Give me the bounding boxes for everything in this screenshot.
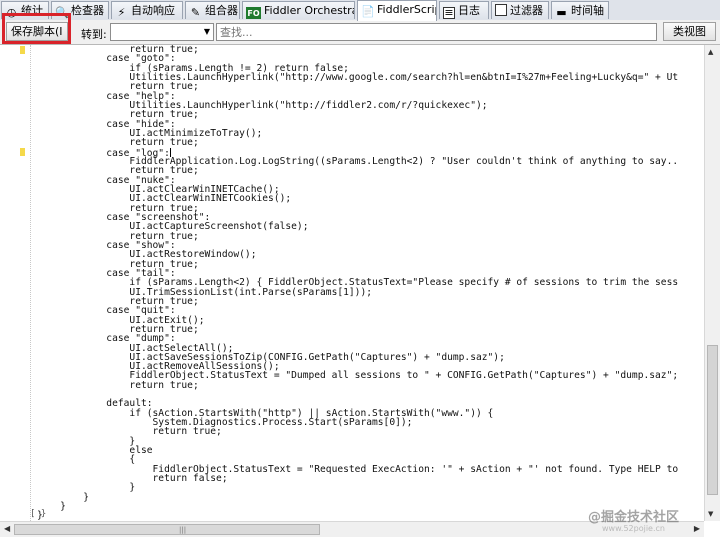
scroll-down-icon[interactable]: ▼ [708, 510, 713, 518]
vertical-scrollbar[interactable]: ▲ ▼ [704, 45, 720, 521]
filter-checkbox-icon [495, 4, 507, 16]
code-area[interactable]: return true; case "goto": if (sParams.Le… [37, 45, 697, 521]
change-marker [20, 46, 25, 54]
script-toolbar: 保存脚本(I 转到: ▼ 类视图 [0, 20, 720, 44]
code-line: } [37, 482, 136, 494]
tab-autoresponder[interactable]: ⚡ 自动响应 [111, 1, 183, 19]
tab-label: 时间轴 [571, 4, 604, 17]
scroll-right-icon[interactable]: ▶ [694, 524, 700, 533]
tab-label: 组合器 [205, 4, 238, 17]
tab-label: 日志 [458, 4, 480, 17]
scroll-up-icon[interactable]: ▲ [708, 48, 713, 56]
compose-icon: ✎ [190, 6, 201, 19]
lightning-icon: ⚡ [117, 6, 126, 19]
tab-composer[interactable]: ✎ 组合器 [185, 1, 240, 19]
tab-strip: ◷ 统计 🔍 检查器 ⚡ 自动响应 ✎ 组合器 FO Fiddler Orchestra … [0, 0, 720, 21]
timeline-icon: ▬ [556, 6, 567, 19]
tab-filters[interactable]: 过滤器 [491, 1, 549, 19]
script-icon: 📄 [361, 5, 375, 18]
highlight-box [2, 13, 71, 44]
goto-dropdown[interactable]: ▼ [110, 23, 214, 41]
tab-fiddlerscript[interactable]: 📄FiddlerScript [357, 0, 437, 21]
tab-log[interactable]: ≡ 日志 [439, 1, 489, 19]
grip-icon: ||| [179, 526, 187, 534]
search-input[interactable] [216, 23, 657, 41]
script-editor[interactable]: return true; case "goto": if (sParams.Le… [0, 44, 720, 540]
tab-label: 检查器 [71, 4, 104, 17]
fold-marker: [ } [30, 509, 47, 519]
tab-label: 过滤器 [510, 4, 543, 17]
code-line: return false; [37, 473, 228, 485]
scrollbar-thumb[interactable]: ||| [14, 524, 320, 535]
fo-icon: FO [246, 7, 261, 19]
log-icon: ≡ [443, 6, 455, 19]
chevron-down-icon: ▼ [203, 27, 210, 36]
code-line: return true; [37, 426, 222, 438]
code-line: } [37, 491, 89, 503]
scroll-left-icon[interactable]: ◀ [4, 524, 10, 533]
watermark-url: www.52pojie.cn [602, 524, 665, 533]
code-line: return true; [37, 379, 199, 391]
editor-gutter [0, 45, 26, 521]
goto-label: 转到: [81, 28, 107, 41]
fold-guide [30, 45, 32, 521]
class-view-button[interactable]: 类视图 [663, 22, 716, 41]
tab-label: Fiddler Orchestra Beta [264, 4, 355, 17]
code-line: return true; [37, 137, 199, 149]
change-marker [20, 148, 25, 156]
tab-label: FiddlerScript [377, 3, 436, 16]
tab-timeline[interactable]: ▬ 时间轴 [551, 1, 609, 19]
watermark: @掘金技术社区 [588, 510, 680, 525]
tab-label: 自动响应 [131, 4, 175, 17]
tab-fiddler-orchestra[interactable]: FOFiddler Orchestra Beta [242, 1, 355, 19]
code-line: else [37, 445, 153, 457]
scrollbar-thumb[interactable] [707, 345, 718, 495]
